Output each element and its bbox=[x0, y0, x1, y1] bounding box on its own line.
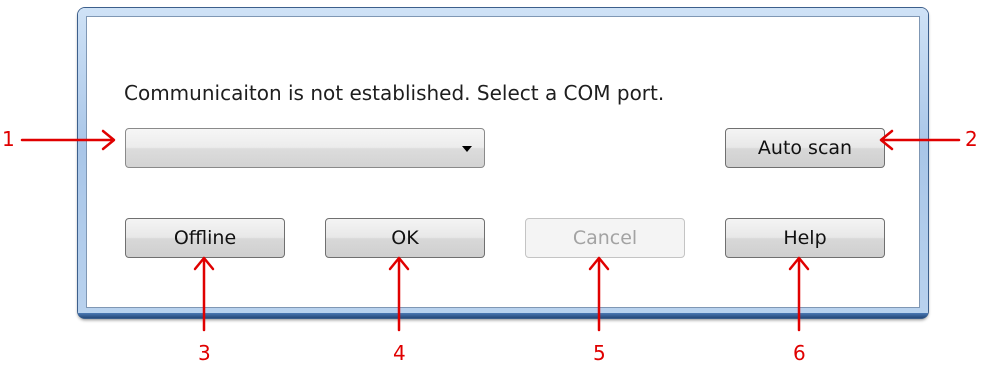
callout-arrow-3 bbox=[193, 256, 215, 332]
callout-arrow-2 bbox=[879, 129, 961, 151]
callout-number-4: 4 bbox=[393, 341, 406, 365]
callout-arrow-4 bbox=[388, 256, 410, 332]
callout-arrow-6 bbox=[788, 256, 810, 332]
callout-number-2: 2 bbox=[965, 127, 978, 151]
callout-arrow-1 bbox=[20, 129, 116, 151]
callout-arrows bbox=[20, 129, 961, 332]
callout-number-3: 3 bbox=[198, 341, 211, 365]
callout-number-6: 6 bbox=[793, 341, 806, 365]
callout-arrow-5 bbox=[588, 256, 610, 332]
callout-number-5: 5 bbox=[593, 341, 606, 365]
callout-number-1: 1 bbox=[2, 127, 15, 151]
annotated-screenshot: Communicaiton is not established. Select… bbox=[0, 0, 984, 367]
